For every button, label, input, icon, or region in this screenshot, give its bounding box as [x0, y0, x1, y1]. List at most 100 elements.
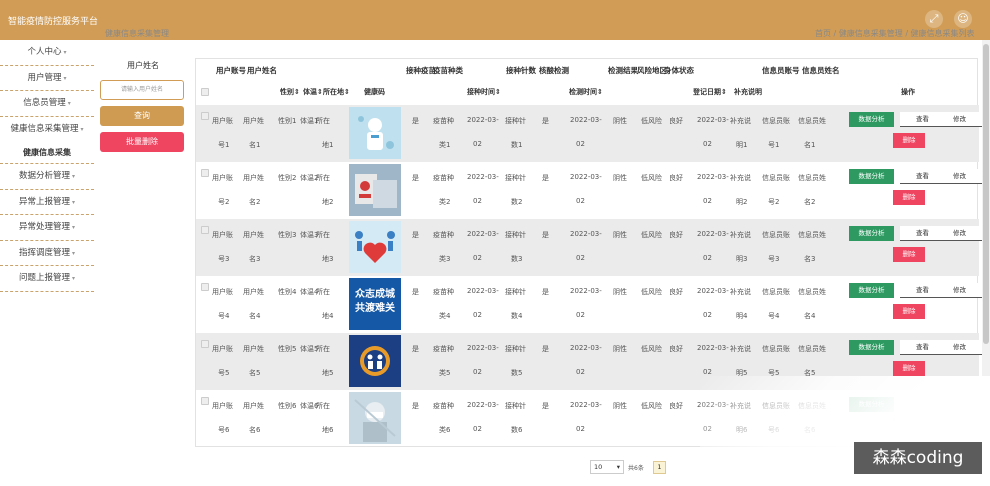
- cell-vaccine-time: 2022-03-: [467, 173, 499, 181]
- col-header-temp[interactable]: 体温⇕: [303, 87, 323, 97]
- cell-staff-account-line2: 号3: [768, 255, 780, 263]
- cell-reg-date-line2: 02: [703, 311, 712, 319]
- select-all-checkbox[interactable]: [201, 88, 209, 96]
- col-header-actions: 操作: [901, 88, 915, 96]
- cell-risk: 低风险: [641, 288, 662, 296]
- col-header-vaccine-time[interactable]: 接种时间⇕: [467, 87, 501, 97]
- analyze-button[interactable]: 数据分析: [849, 226, 894, 241]
- cell-staff-name: 信息员姓: [798, 117, 826, 125]
- cell-account: 用户账: [212, 402, 233, 410]
- edit-button[interactable]: 修改: [937, 112, 982, 127]
- cell-staff-account: 信息员账: [762, 117, 790, 125]
- cell-staff-account: 信息员账: [762, 288, 790, 296]
- row-checkbox[interactable]: [201, 340, 209, 348]
- cell-staff-name-line2: 名4: [804, 312, 816, 320]
- col-header-reg-date[interactable]: 登记日期⇕: [693, 87, 727, 97]
- pager-current-page[interactable]: 1: [653, 461, 666, 474]
- row-checkbox[interactable]: [201, 169, 209, 177]
- row-checkbox[interactable]: [201, 283, 209, 291]
- cell-status: 良好: [669, 231, 683, 239]
- delete-button[interactable]: 删除: [893, 190, 925, 205]
- cell-vaccine-type: 疫苗种: [433, 117, 454, 125]
- cell-vaccine-time-line2: 02: [473, 140, 482, 148]
- cell-location-line2: 地3: [322, 255, 334, 263]
- user-icon[interactable]: ☺: [954, 10, 972, 28]
- cell-risk: 低风险: [641, 117, 662, 125]
- col-header-nucleic-test: 核酸检测: [539, 66, 569, 75]
- cell-test-time: 2022-03-: [570, 401, 602, 409]
- cell-name: 用户姓: [243, 288, 264, 296]
- sidebar-item-data-analysis[interactable]: 数据分析管理 ▾: [0, 164, 94, 190]
- sidebar-item-dispatch[interactable]: 指挥调度管理 ▾: [0, 241, 94, 266]
- col-header-gender[interactable]: 性别⇕: [280, 87, 300, 97]
- sidebar-item-health-collection-management[interactable]: 健康信息采集管理 ▾: [0, 117, 94, 143]
- cell-location-line2: 地6: [322, 426, 334, 434]
- fullscreen-icon[interactable]: ⤢: [925, 10, 943, 28]
- sidebar-item-staff-management[interactable]: 信息员管理 ▾: [0, 91, 94, 117]
- col-header-body-status: 身体状态: [664, 66, 694, 75]
- sidebar-item-label: 异常处理管理: [18, 222, 70, 232]
- edit-button[interactable]: 修改: [937, 283, 982, 298]
- sidebar-item-label: 个人中心: [27, 47, 62, 57]
- health-code-image: [349, 392, 401, 444]
- row-checkbox[interactable]: [201, 226, 209, 234]
- sidebar-item-user-management[interactable]: 用户管理 ▾: [0, 66, 94, 91]
- cell-vaccine-type: 疫苗种: [433, 231, 454, 239]
- row-checkbox[interactable]: [201, 112, 209, 120]
- cell-vaccinated: 是: [412, 117, 419, 125]
- table-header: 用户账号 用户姓名 接种疫苗 疫苗种类 接种针数 核酸检测 检测结果 风险地区 …: [196, 59, 979, 105]
- cell-staff-name: 信息员姓: [798, 231, 826, 239]
- edit-button[interactable]: 修改: [937, 169, 982, 184]
- cell-test-time: 2022-03-: [570, 287, 602, 295]
- analyze-button[interactable]: 数据分析: [849, 169, 894, 184]
- batch-delete-button[interactable]: 批量删除: [100, 132, 184, 152]
- cell-risk: 低风险: [641, 345, 662, 353]
- delete-button[interactable]: 删除: [893, 133, 925, 148]
- cell-doses: 接种针: [505, 402, 526, 410]
- cell-temp: 体温4: [300, 288, 319, 296]
- cell-name-line2: 名6: [249, 426, 261, 434]
- cell-note-line2: 明3: [736, 255, 748, 263]
- delete-button[interactable]: 删除: [893, 304, 925, 319]
- app-title: 智能疫情防控服务平台: [8, 17, 99, 27]
- col-header-staff-account: 信息员账号: [762, 66, 800, 75]
- breadcrumb: 健康信息采集管理: [105, 29, 169, 38]
- analyze-button[interactable]: 数据分析: [849, 283, 894, 298]
- sidebar-item-personal-center[interactable]: 个人中心 ▾: [0, 40, 94, 66]
- col-label: 所在地: [323, 88, 344, 96]
- cell-vaccinated: 是: [412, 402, 419, 410]
- search-panel: 用户姓名 请输入用户姓名 查询 批量删除: [100, 58, 186, 152]
- analyze-button[interactable]: 数据分析: [849, 112, 894, 127]
- col-header-doses: 接种针数: [506, 66, 536, 75]
- page-size-select[interactable]: 10 ▾: [590, 460, 624, 474]
- sidebar-item-issue-report[interactable]: 问题上报管理 ▾: [0, 266, 94, 292]
- cell-account: 用户账: [212, 345, 233, 353]
- sidebar-item-label: 信息员管理: [23, 98, 66, 108]
- cell-test-time-line2: 02: [576, 311, 585, 319]
- analyze-button[interactable]: 数据分析: [849, 340, 894, 355]
- scrollbar-thumb[interactable]: [983, 44, 989, 344]
- cell-temp: 体温6: [300, 402, 319, 410]
- sidebar-item-anomaly-report[interactable]: 异常上报管理 ▾: [0, 190, 94, 215]
- edit-button[interactable]: 修改: [937, 226, 982, 241]
- search-input[interactable]: 请输入用户姓名: [100, 80, 184, 100]
- cell-account: 用户账: [212, 117, 233, 125]
- col-header-location[interactable]: 所在地⇕: [323, 87, 350, 97]
- sidebar-item-anomaly-handling[interactable]: 异常处理管理 ▾: [0, 215, 94, 241]
- col-header-test-time[interactable]: 检测时间⇕: [569, 87, 603, 97]
- table-row: 用户账 号1 用户姓 名1 所在 地1 疫苗种 类1 2022-03- 02 接种针 数1 2022-0…: [196, 105, 982, 162]
- delete-button[interactable]: 删除: [893, 361, 925, 376]
- search-button[interactable]: 查询: [100, 106, 184, 126]
- cell-gender: 性别2: [278, 174, 297, 182]
- chevron-down-icon: ▾: [72, 249, 76, 257]
- edit-button[interactable]: 修改: [937, 340, 982, 355]
- cell-temp: 体温5: [300, 345, 319, 353]
- delete-button[interactable]: 删除: [893, 247, 925, 262]
- cell-tested: 是: [542, 345, 549, 353]
- sidebar-subitem-health-collection[interactable]: 健康信息采集: [0, 142, 94, 164]
- cell-tested: 是: [542, 288, 549, 296]
- row-checkbox[interactable]: [201, 397, 209, 405]
- cell-temp: 体温2: [300, 174, 319, 182]
- chevron-down-icon: ▾: [63, 74, 67, 82]
- cell-name-line2: 名3: [249, 255, 261, 263]
